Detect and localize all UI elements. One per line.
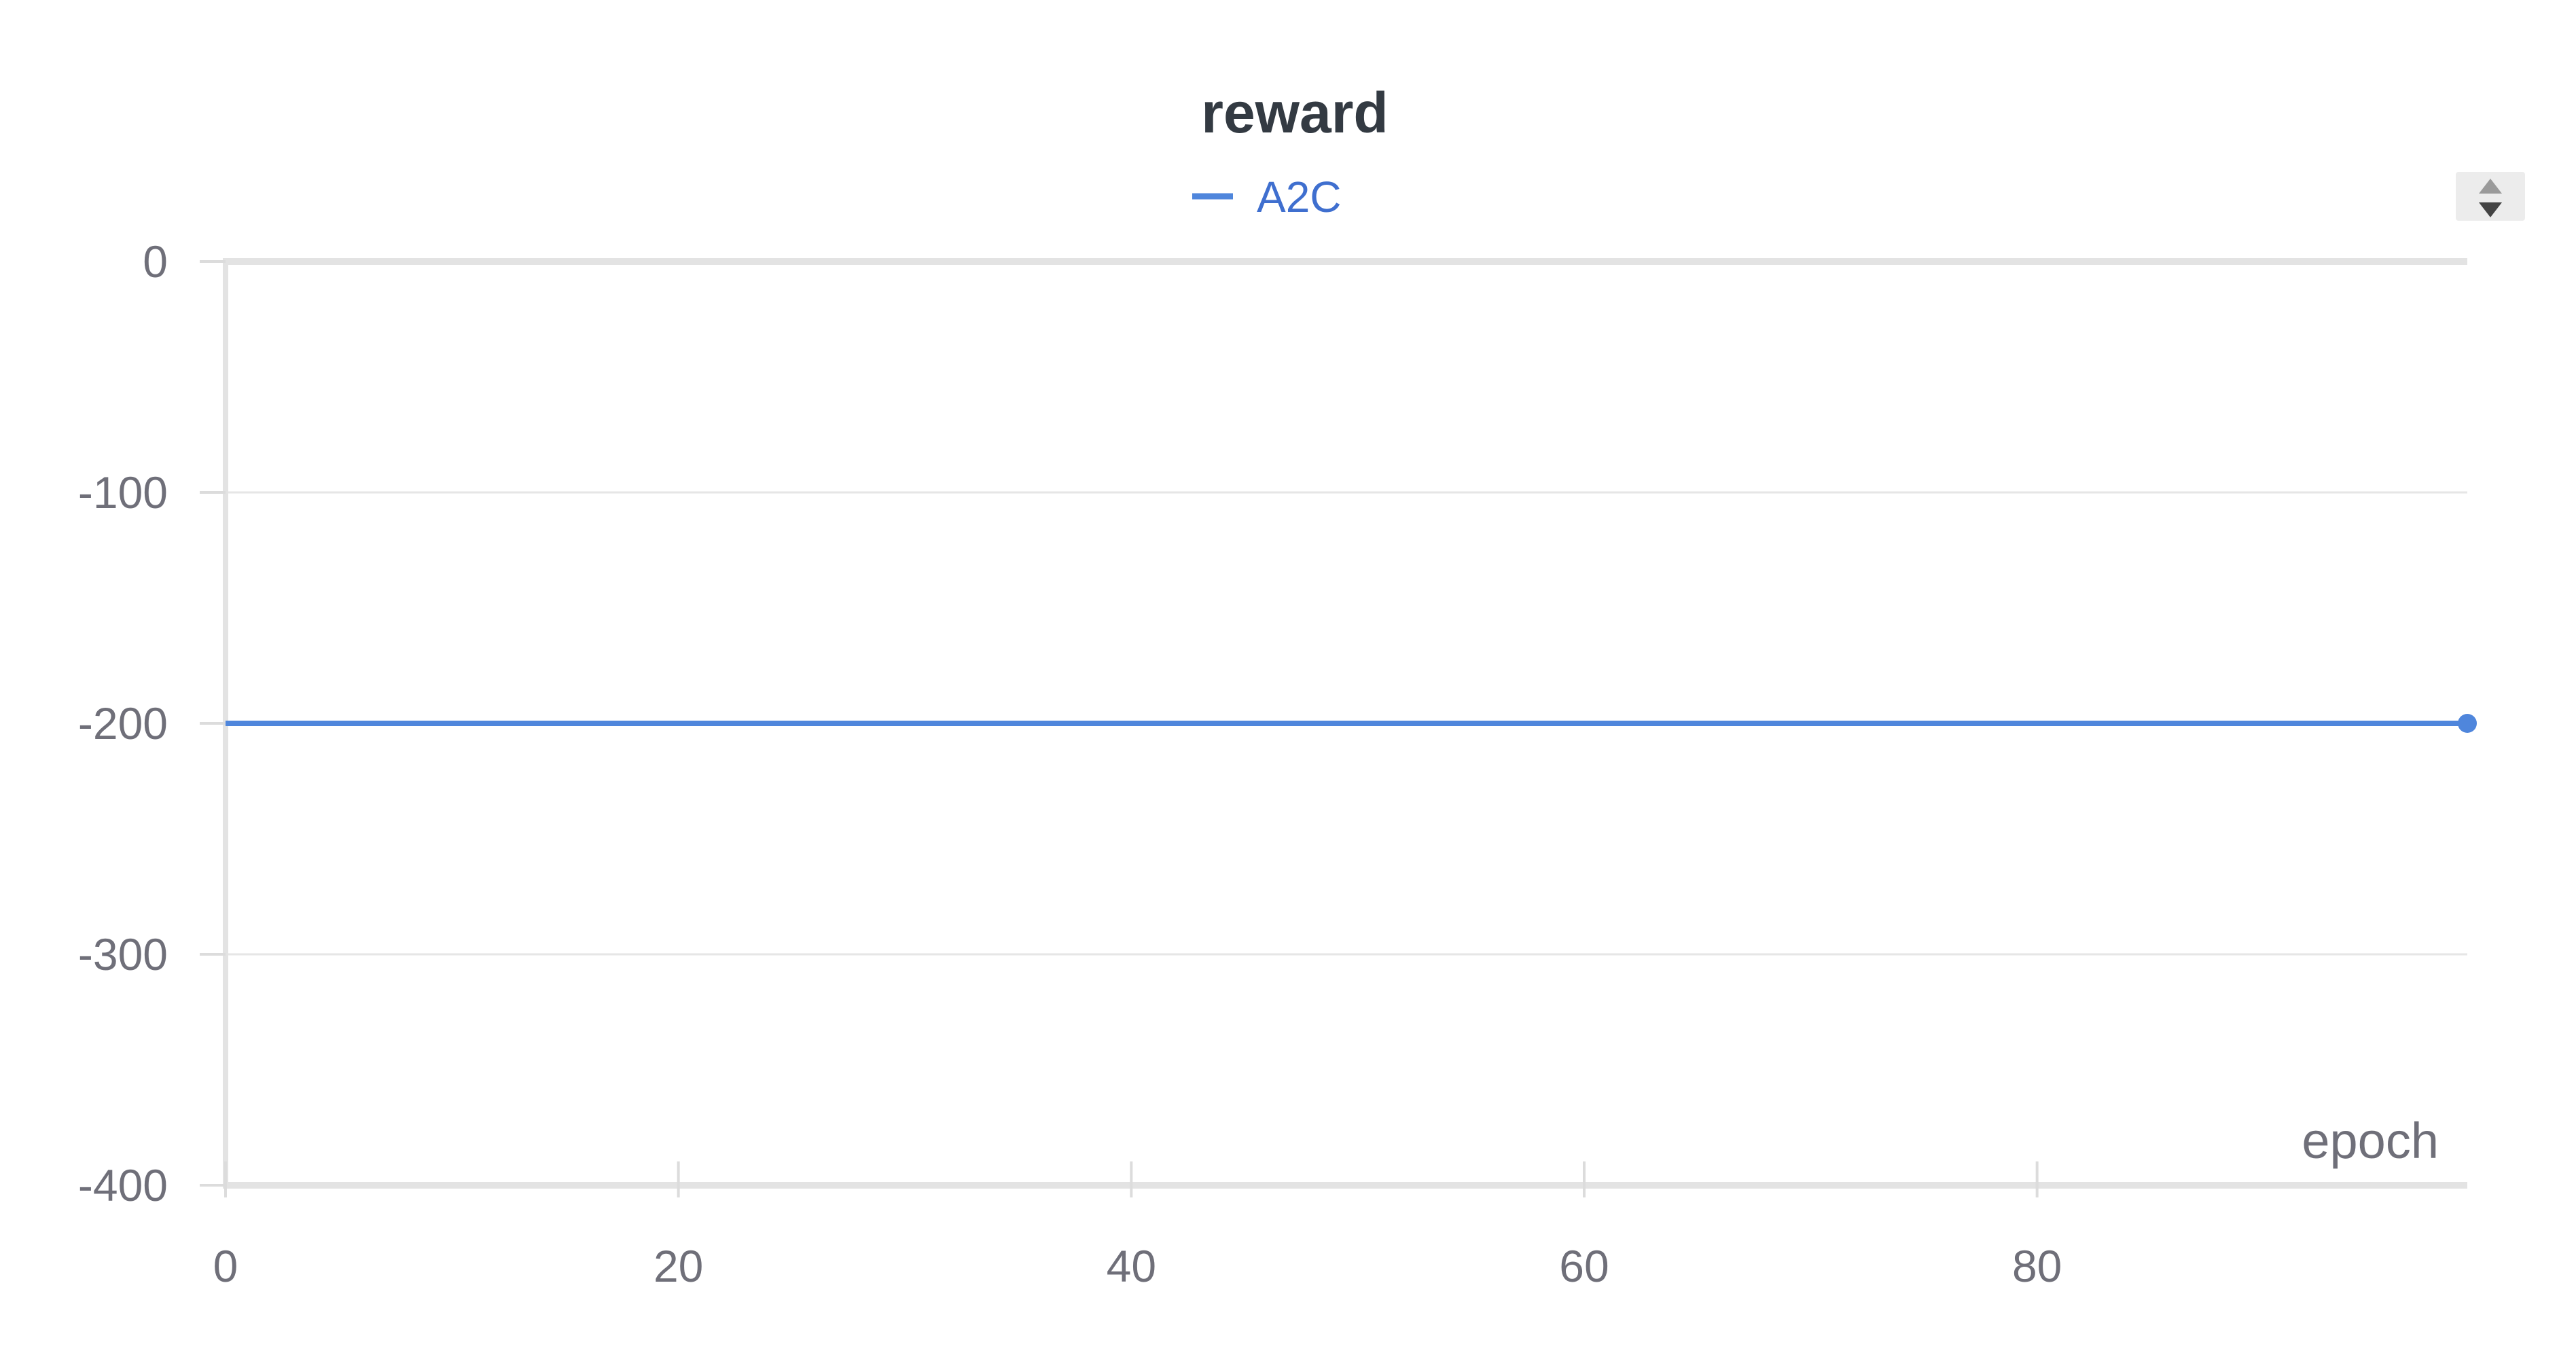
legend-label-a2c: A2C (1257, 173, 1342, 221)
sort-button[interactable] (2456, 172, 2525, 221)
chart-title: reward (1201, 81, 1388, 145)
x-tick-label: 80 (2012, 1241, 2062, 1291)
y-tick-label: -100 (78, 467, 168, 518)
legend[interactable]: A2C (1192, 173, 1342, 221)
y-tick-label: -400 (78, 1160, 168, 1210)
x-axis-ticks: 0 20 40 60 80 (213, 1161, 2062, 1291)
x-tick-label: 60 (1559, 1241, 1609, 1291)
series-layer (226, 714, 2477, 733)
y-tick-label: 0 (143, 236, 168, 287)
y-tick-label: -300 (78, 929, 168, 979)
x-tick-label: 20 (654, 1241, 703, 1291)
x-tick-label: 0 (213, 1241, 238, 1291)
x-tick-label: 40 (1107, 1241, 1156, 1291)
reward-line-chart: reward A2C 0 -100 -200 -300 -400 0 20 40 60 80 e… (78, 81, 2525, 1291)
y-tick-label: -200 (78, 698, 168, 748)
x-axis-label: epoch (2302, 1113, 2439, 1169)
chart-container: reward A2C 0 -100 -200 -300 -400 0 20 40 60 80 e… (0, 0, 2576, 1353)
y-axis-ticks: 0 -100 -200 -300 -400 (78, 236, 226, 1210)
series-end-point (2458, 714, 2477, 733)
